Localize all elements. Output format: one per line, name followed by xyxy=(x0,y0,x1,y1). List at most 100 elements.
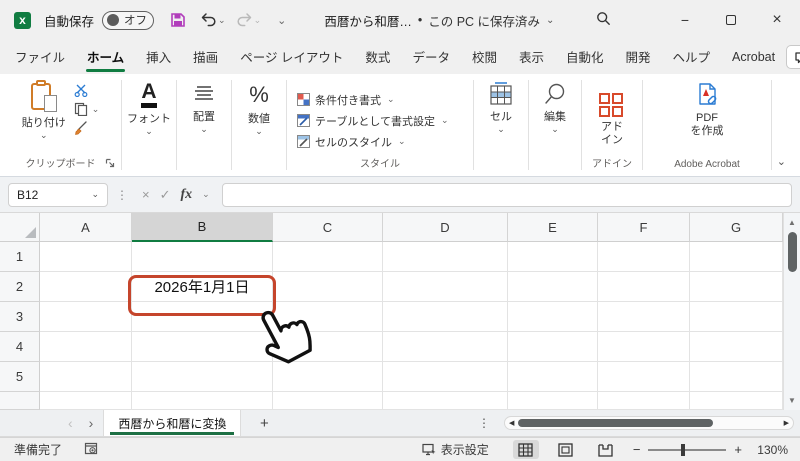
tab-formulas[interactable]: 数式 xyxy=(354,40,401,74)
conditional-formatting-button[interactable]: 条件付き書式 ⌄ xyxy=(297,92,395,108)
addins-button[interactable]: アド イン xyxy=(599,93,625,147)
formula-dropdown-icon[interactable]: ⌄ xyxy=(202,189,210,200)
cell-b4[interactable] xyxy=(132,332,273,362)
column-header-g[interactable]: G xyxy=(690,213,783,242)
cell-e3[interactable] xyxy=(508,302,598,332)
redo-dropdown-icon[interactable]: ⌄ xyxy=(254,15,262,26)
tab-insert[interactable]: 挿入 xyxy=(135,40,182,74)
cell-f1[interactable] xyxy=(598,242,690,272)
cell-e2[interactable] xyxy=(508,272,598,302)
tab-review[interactable]: 校閲 xyxy=(461,40,508,74)
cell-g1[interactable] xyxy=(690,242,783,272)
column-header-d[interactable]: D xyxy=(383,213,508,242)
column-header-b[interactable]: B xyxy=(132,213,273,242)
cell-b2[interactable]: 2026年1月1日 xyxy=(132,272,273,302)
tab-data[interactable]: データ xyxy=(401,40,461,74)
horizontal-scrollbar-thumb[interactable] xyxy=(518,419,714,427)
formula-input[interactable] xyxy=(221,182,792,207)
column-header-c[interactable]: C xyxy=(273,213,383,242)
scroll-down-icon[interactable]: ▼ xyxy=(788,394,796,410)
comments-button[interactable] xyxy=(786,45,800,69)
cell-b1[interactable] xyxy=(132,242,273,272)
tab-acrobat[interactable]: Acrobat xyxy=(721,43,786,72)
cell-f2[interactable] xyxy=(598,272,690,302)
cell-a5[interactable] xyxy=(40,362,132,392)
cell-a1[interactable] xyxy=(40,242,132,272)
normal-view-button[interactable] xyxy=(512,440,539,459)
tab-developer[interactable]: 開発 xyxy=(615,40,662,74)
cell-e6[interactable] xyxy=(508,392,598,410)
cell-e5[interactable] xyxy=(508,362,598,392)
cancel-entry-button[interactable]: × xyxy=(142,187,150,202)
cell-f6[interactable] xyxy=(598,392,690,410)
row-header-5[interactable]: 5 xyxy=(0,362,40,392)
cell-a6[interactable] xyxy=(40,392,132,410)
row-header-4[interactable]: 4 xyxy=(0,332,40,362)
excel-app-icon[interactable]: x xyxy=(14,11,31,29)
cell-g3[interactable] xyxy=(690,302,783,332)
zoom-slider[interactable] xyxy=(648,443,727,456)
cell-a3[interactable] xyxy=(40,302,132,332)
cell-f3[interactable] xyxy=(598,302,690,332)
cell-b5[interactable] xyxy=(132,362,273,392)
scroll-right-icon[interactable]: ▶ xyxy=(784,419,789,427)
cell-b6[interactable] xyxy=(132,392,273,410)
search-button[interactable] xyxy=(596,11,611,29)
paste-dropdown-icon[interactable]: ⌄ xyxy=(40,131,48,140)
cell-d6[interactable] xyxy=(383,392,508,410)
cell-d2[interactable] xyxy=(383,272,508,302)
format-as-table-button[interactable]: テーブルとして書式設定 ⌄ xyxy=(297,113,449,129)
page-layout-view-button[interactable] xyxy=(553,440,579,459)
copy-button[interactable]: ⌄ xyxy=(74,102,99,116)
sheet-tab-active[interactable]: 西暦から和暦に変換 xyxy=(103,410,242,436)
tab-home[interactable]: ホーム xyxy=(76,40,135,74)
row-header-2[interactable]: 2 xyxy=(0,272,40,302)
font-menu-button[interactable]: A フォント ⌄ xyxy=(127,81,171,136)
tab-help[interactable]: ヘルプ xyxy=(662,40,722,74)
sheetbar-options-icon[interactable]: ⋮ xyxy=(478,416,490,430)
add-sheet-button[interactable]: + xyxy=(241,410,287,436)
cell-c4[interactable] xyxy=(273,332,383,362)
title-dropdown-icon[interactable]: ⌄ xyxy=(546,15,554,26)
cell-f4[interactable] xyxy=(598,332,690,362)
number-menu-button[interactable]: % 数値 ⌄ xyxy=(248,82,270,136)
tab-draw[interactable]: 描画 xyxy=(182,40,229,74)
page-break-preview-button[interactable] xyxy=(593,440,619,459)
zoom-level-label[interactable]: 130% xyxy=(750,443,788,457)
tab-view[interactable]: 表示 xyxy=(508,40,555,74)
insert-function-button[interactable]: fx xyxy=(181,187,193,203)
quick-access-customize-icon[interactable]: ⌄ xyxy=(277,14,286,27)
paste-button[interactable]: 貼り付け ⌄ xyxy=(22,80,66,140)
maximize-button[interactable] xyxy=(708,0,754,40)
redo-button[interactable]: ⌄ xyxy=(236,12,262,28)
confirm-entry-button[interactable]: ✓ xyxy=(160,187,171,203)
tab-file[interactable]: ファイル xyxy=(4,40,76,74)
document-title[interactable]: 西暦から和暦… • この PC に保存済み ⌄ xyxy=(324,11,554,30)
row-header-1[interactable]: 1 xyxy=(0,242,40,272)
display-settings-button[interactable]: 表示設定 xyxy=(422,441,489,458)
cell-g6[interactable] xyxy=(690,392,783,410)
save-button[interactable] xyxy=(170,12,186,28)
horizontal-scrollbar[interactable]: ◀ ▶ xyxy=(504,416,794,430)
cell-c6[interactable] xyxy=(273,392,383,410)
vertical-scrollbar-thumb[interactable] xyxy=(787,232,797,272)
cell-e1[interactable] xyxy=(508,242,598,272)
cell-d3[interactable] xyxy=(383,302,508,332)
cell-d5[interactable] xyxy=(383,362,508,392)
cell-c2[interactable] xyxy=(273,272,383,302)
tab-automate[interactable]: 自動化 xyxy=(555,40,615,74)
cell-e4[interactable] xyxy=(508,332,598,362)
scroll-up-icon[interactable]: ▲ xyxy=(788,213,796,229)
name-box-dropdown-icon[interactable]: ⌄ xyxy=(91,189,99,200)
cell-a2[interactable] xyxy=(40,272,132,302)
macro-record-button[interactable] xyxy=(84,442,98,458)
autosave-toggle[interactable]: オフ xyxy=(102,10,155,30)
row-header-6[interactable] xyxy=(0,392,40,410)
cut-button[interactable] xyxy=(74,84,100,97)
zoom-in-button[interactable]: + xyxy=(734,442,742,457)
alignment-menu-button[interactable]: 配置 ⌄ xyxy=(192,82,216,134)
cell-d1[interactable] xyxy=(383,242,508,272)
sheet-next-icon[interactable]: › xyxy=(89,415,94,431)
cell-g2[interactable] xyxy=(690,272,783,302)
cell-f5[interactable] xyxy=(598,362,690,392)
